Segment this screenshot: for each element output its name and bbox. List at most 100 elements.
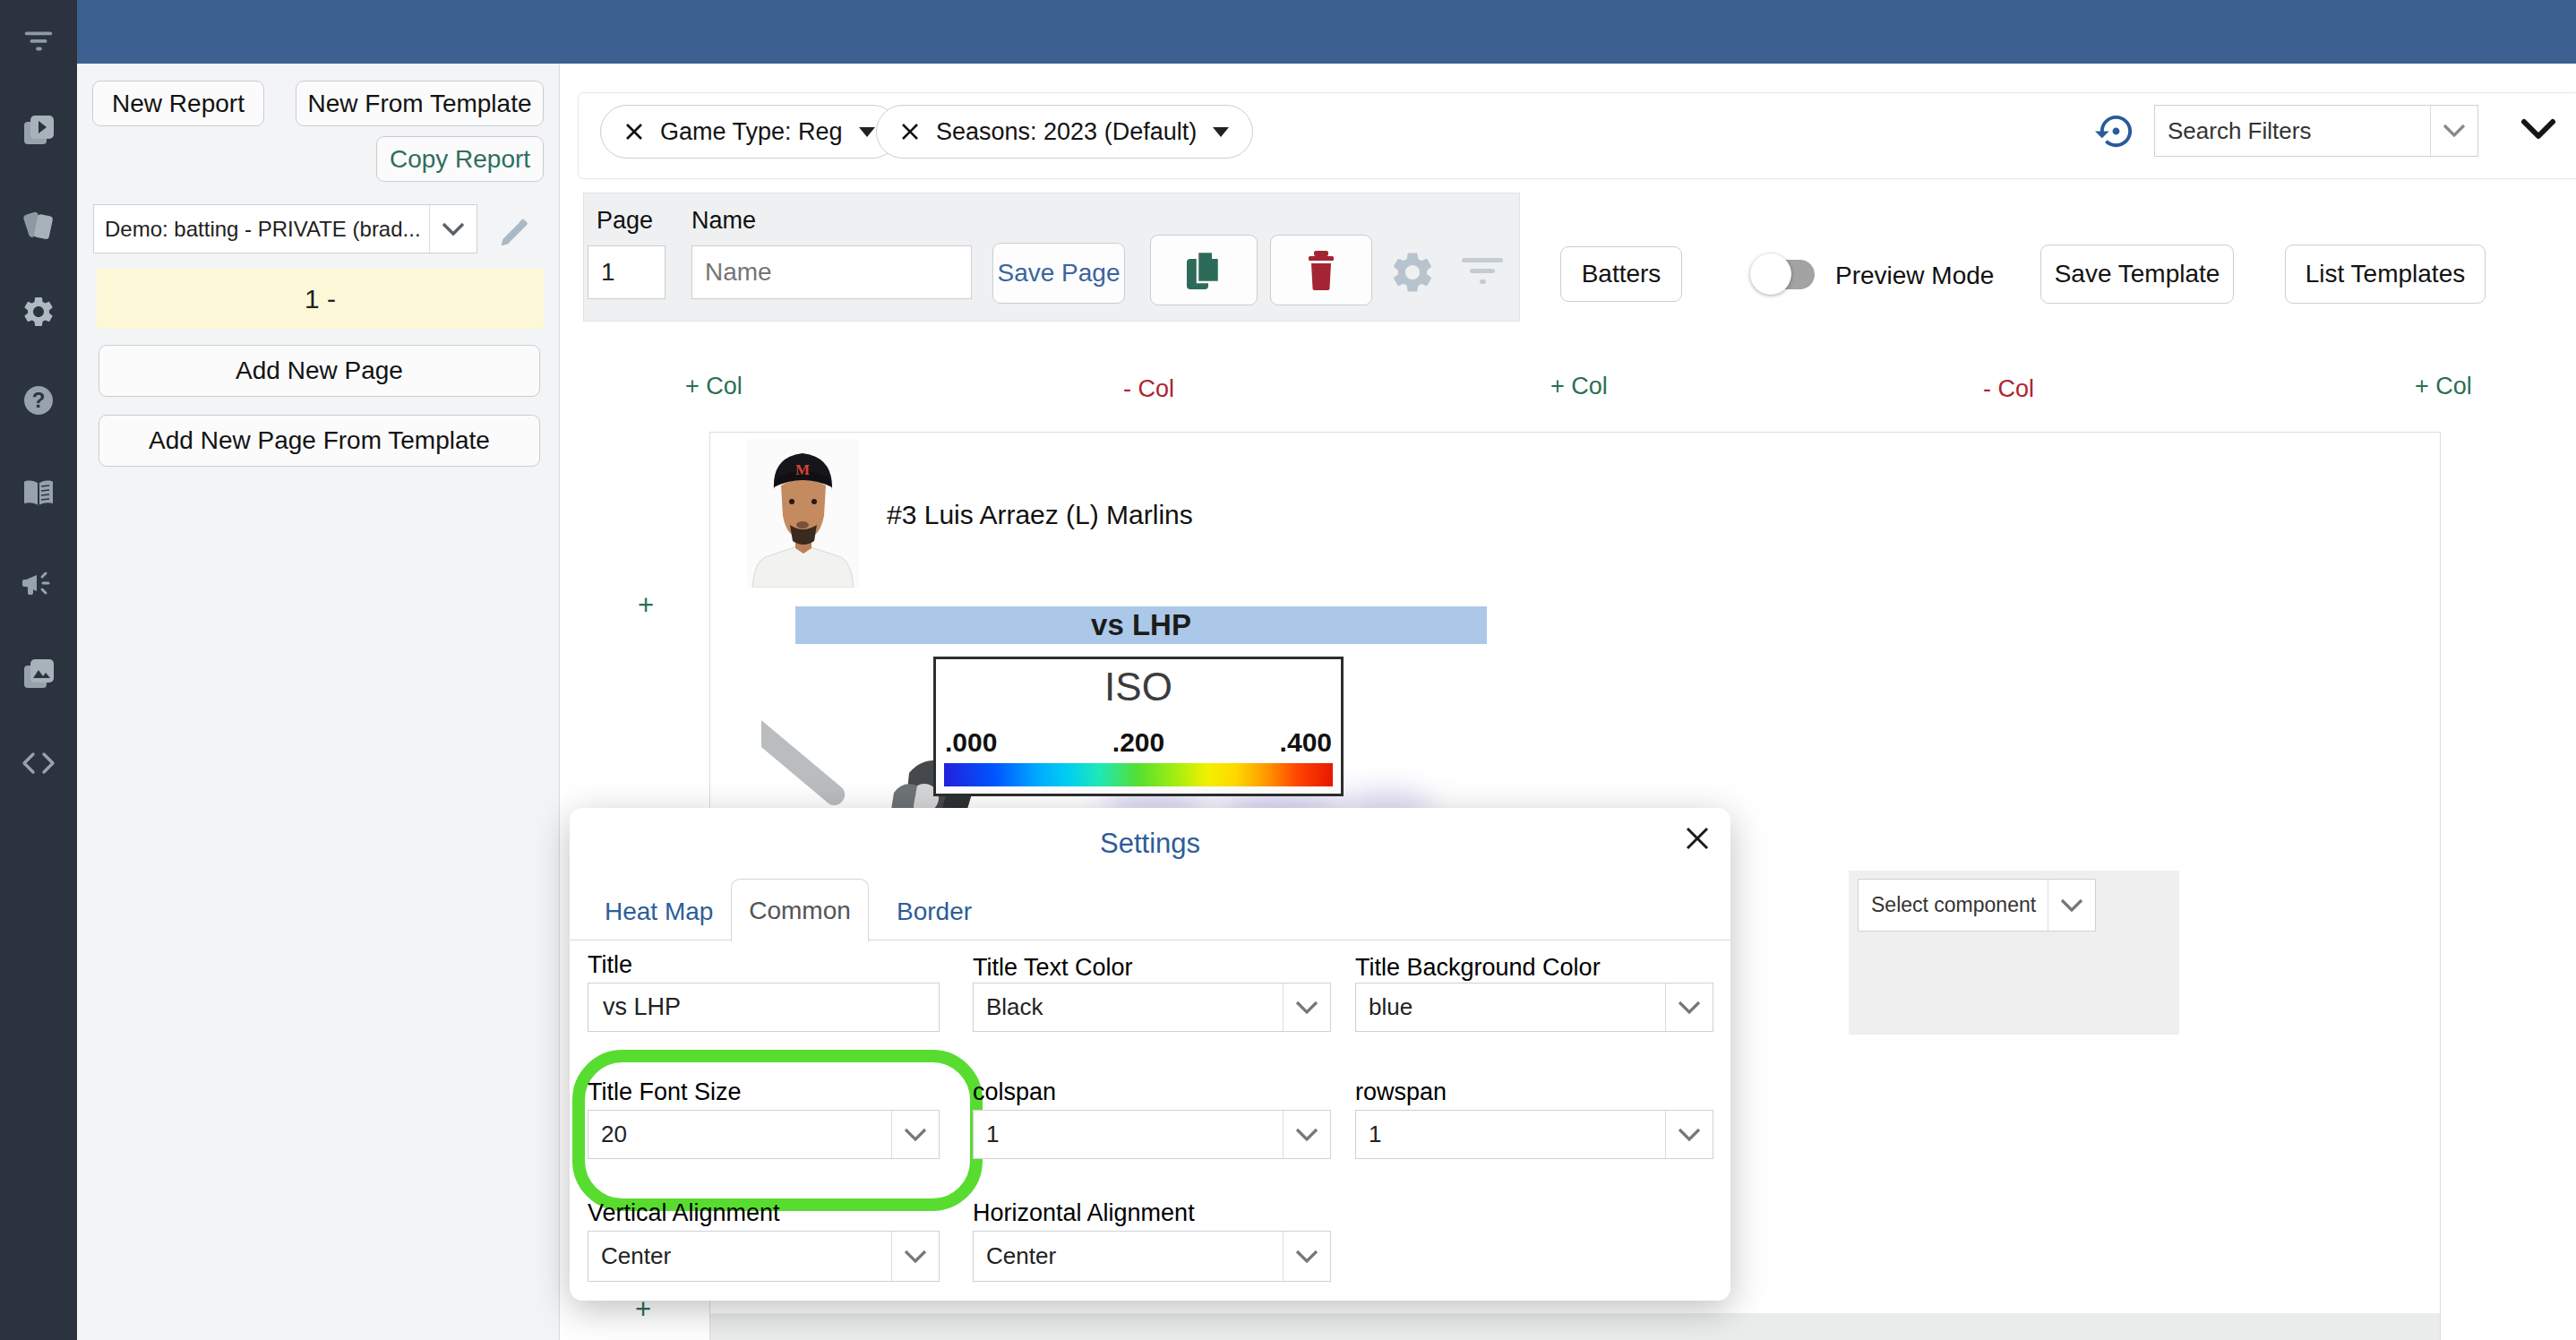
rowspan-label: rowspan (1355, 1078, 1447, 1106)
svg-text:M: M (795, 461, 810, 478)
search-filters-value: Search Filters (2155, 106, 2430, 156)
add-row-button[interactable]: + (638, 589, 654, 622)
page-filter-icon[interactable] (1460, 254, 1505, 290)
help-icon[interactable]: ? (21, 382, 56, 418)
player-title: #3 Luis Arraez (L) Marlins (887, 500, 1193, 530)
megaphone-icon[interactable] (21, 566, 56, 602)
tab-heat-map[interactable]: Heat Map (605, 898, 713, 926)
legend-max-label: .400 (1280, 727, 1332, 758)
page-row-label: 1 - (305, 284, 336, 314)
colspan-value: 1 (974, 1111, 1283, 1158)
report-panel (77, 64, 560, 1340)
horizontal-alignment-select[interactable]: Center (973, 1231, 1331, 1282)
preview-mode-toggle[interactable] (1757, 260, 1815, 289)
title-background-color-label: Title Background Color (1355, 954, 1601, 982)
page-list-item[interactable]: 1 - (97, 269, 544, 329)
chevron-down-icon (1665, 1111, 1713, 1158)
title-text-color-value: Black (974, 984, 1283, 1031)
new-from-template-button[interactable]: New From Template (296, 81, 544, 126)
close-icon[interactable] (1683, 824, 1712, 853)
title-background-color-select[interactable]: blue (1355, 983, 1713, 1032)
svg-text:?: ? (32, 388, 46, 412)
title-label: Title (588, 951, 632, 979)
chevron-down-icon (1665, 984, 1713, 1031)
remove-filter-icon (624, 122, 644, 142)
chevron-down-icon (1283, 1111, 1330, 1158)
rowspan-value: 1 (1356, 1111, 1665, 1158)
report-select-value: Demo: batting - PRIVATE (brad... (94, 205, 429, 253)
copy-report-button[interactable]: Copy Report (376, 136, 544, 182)
batters-button[interactable]: Batters (1560, 246, 1682, 302)
chevron-down-icon (2430, 106, 2477, 156)
heatmap-metric-label: ISO (936, 665, 1341, 709)
chevron-down-icon (891, 1232, 939, 1281)
heatmap-legend: ISO .000 .200 .400 (933, 657, 1344, 796)
page-name-input[interactable] (691, 245, 972, 299)
title-font-size-value: 20 (588, 1111, 891, 1158)
toggle-knob (1750, 253, 1791, 295)
section-title-bar[interactable]: vs LHP (795, 606, 1487, 644)
caret-down-icon (859, 127, 875, 137)
filter-chip-game-type[interactable]: Game Type: Reg (600, 105, 899, 159)
page-label: Page (597, 207, 653, 235)
filter-history-icon[interactable] (2095, 110, 2137, 152)
name-label: Name (691, 207, 756, 235)
vertical-alignment-value: Center (588, 1232, 891, 1281)
modal-title: Settings (570, 828, 1730, 860)
tab-border[interactable]: Border (897, 898, 972, 926)
chevron-down-icon (429, 205, 477, 253)
filter-chip-label: Game Type: Reg (660, 118, 843, 146)
collapse-chevron-icon[interactable] (2519, 116, 2558, 143)
remove-filter-icon (900, 122, 920, 142)
title-value: vs LHP (603, 993, 681, 1021)
settings-gear-icon[interactable] (21, 294, 56, 330)
save-page-button[interactable]: Save Page (992, 243, 1125, 304)
page-settings-gear-icon[interactable] (1388, 248, 1437, 296)
filter-chip-seasons[interactable]: Seasons: 2023 (Default) (876, 105, 1253, 159)
select-component-dropdown[interactable]: Select component (1858, 879, 2096, 932)
horizontal-alignment-value: Center (974, 1232, 1283, 1281)
book-icon[interactable] (21, 476, 56, 511)
remove-column-button[interactable]: - Col (1123, 375, 1174, 403)
add-new-page-from-template-button[interactable]: Add New Page From Template (99, 415, 540, 467)
chevron-down-icon (1283, 1232, 1330, 1281)
colspan-select[interactable]: 1 (973, 1110, 1331, 1159)
title-text-color-select[interactable]: Black (973, 983, 1331, 1032)
add-column-button[interactable]: + Col (685, 373, 743, 400)
tab-common[interactable]: Common (731, 879, 869, 941)
copy-page-button[interactable] (1150, 235, 1258, 305)
trash-icon (1303, 249, 1339, 292)
chevron-down-icon (1283, 984, 1330, 1031)
new-report-button[interactable]: New Report (92, 81, 264, 126)
legend-gradient (944, 763, 1333, 786)
cards-icon[interactable] (21, 208, 56, 244)
filter-chip-label: Seasons: 2023 (Default) (936, 118, 1197, 146)
search-filters-select[interactable]: Search Filters (2154, 105, 2478, 157)
video-library-icon[interactable] (21, 112, 56, 148)
card-row-strip (710, 1313, 2440, 1340)
add-new-page-button[interactable]: Add New Page (99, 345, 540, 397)
report-builder-app: ? New Report New From Template Copy Repo… (0, 0, 2576, 1340)
title-font-size-select[interactable]: 20 (588, 1110, 940, 1159)
save-template-button[interactable]: Save Template (2040, 245, 2234, 304)
nav-sidebar: ? (0, 0, 77, 1340)
remove-column-button[interactable]: - Col (1983, 375, 2034, 403)
report-select[interactable]: Demo: batting - PRIVATE (brad... (93, 204, 477, 253)
top-bar (77, 0, 2576, 64)
list-templates-button[interactable]: List Templates (2285, 245, 2486, 304)
horizontal-alignment-label: Horizontal Alignment (973, 1199, 1195, 1227)
vertical-alignment-label: Vertical Alignment (588, 1199, 780, 1227)
title-input[interactable]: vs LHP (588, 983, 940, 1032)
section-title: vs LHP (1091, 608, 1191, 642)
edit-pencil-icon[interactable] (498, 215, 530, 247)
delete-page-button[interactable] (1270, 235, 1372, 305)
vertical-alignment-select[interactable]: Center (588, 1231, 940, 1282)
add-column-button[interactable]: + Col (2415, 373, 2472, 400)
page-number-input[interactable] (588, 245, 665, 299)
add-column-button[interactable]: + Col (1550, 373, 1608, 400)
code-icon[interactable] (21, 745, 56, 781)
title-font-size-label: Title Font Size (588, 1078, 742, 1106)
photo-library-icon[interactable] (21, 656, 56, 691)
filter-icon[interactable] (21, 22, 56, 58)
rowspan-select[interactable]: 1 (1355, 1110, 1713, 1159)
